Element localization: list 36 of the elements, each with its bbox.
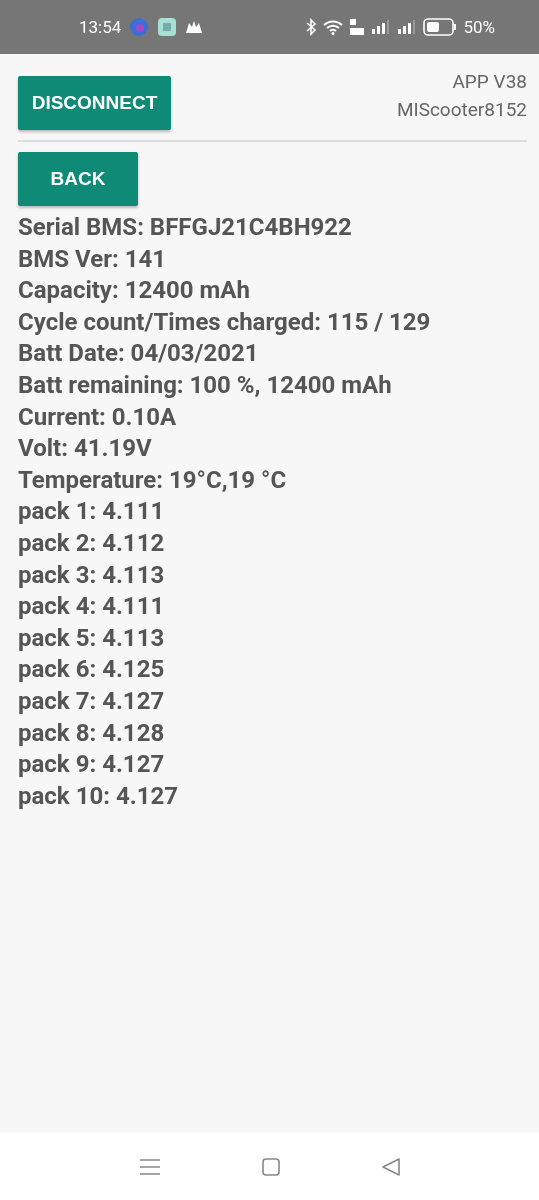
- info-line: pack 4: 4.111: [18, 591, 166, 623]
- battery-icon: [423, 18, 458, 36]
- info-line: Batt remaining: 100 %, 12400 mAh: [18, 369, 393, 401]
- info-line: pack 2: 4.112: [18, 527, 166, 559]
- clock: 13:54: [79, 17, 122, 37]
- wifi-icon: [323, 19, 344, 35]
- info-line: pack 9: 4.127: [18, 749, 166, 781]
- info-line: Batt Date: 04/03/2021: [18, 338, 260, 370]
- app-icon: [129, 17, 150, 37]
- info-line: pack 7: 4.127: [18, 685, 166, 717]
- menu-icon[interactable]: [138, 1157, 161, 1176]
- info-line: pack 5: 4.113: [18, 622, 166, 654]
- disconnect-button[interactable]: DISCONNECT: [18, 76, 171, 130]
- battery-percent: 50%: [463, 17, 495, 37]
- signal-icon: [371, 19, 392, 35]
- device-name: MIScooter8152: [396, 97, 527, 123]
- notification-icon: [185, 20, 204, 34]
- app-icon: [157, 17, 178, 37]
- info-line: Temperature: 19°C,19 °C: [18, 464, 288, 496]
- signal-icon: [397, 19, 418, 35]
- info-line: pack 10: 4.127: [18, 780, 179, 812]
- info-line: pack 1: 4.111: [18, 496, 166, 528]
- info-line: pack 3: 4.113: [18, 559, 166, 591]
- bluetooth-icon: [305, 18, 318, 36]
- info-line: Current: 0.10A: [18, 401, 178, 433]
- app-version: APP V38: [452, 69, 527, 95]
- info-line: Serial BMS: BFFGJ21C4BH922: [18, 212, 353, 243]
- back-button[interactable]: BACK: [18, 152, 138, 206]
- info-line: Volt: 41.19V: [18, 433, 153, 465]
- home-icon[interactable]: [260, 1156, 281, 1177]
- back-icon[interactable]: [380, 1156, 401, 1177]
- info-line: pack 8: 4.128: [18, 717, 166, 749]
- info-line: Capacity: 12400 mAh: [18, 275, 251, 307]
- info-line: BMS Ver: 141: [18, 243, 168, 275]
- info-line: pack 6: 4.125: [18, 654, 166, 686]
- info-line: Cycle count/Times charged: 115 / 129: [18, 306, 432, 338]
